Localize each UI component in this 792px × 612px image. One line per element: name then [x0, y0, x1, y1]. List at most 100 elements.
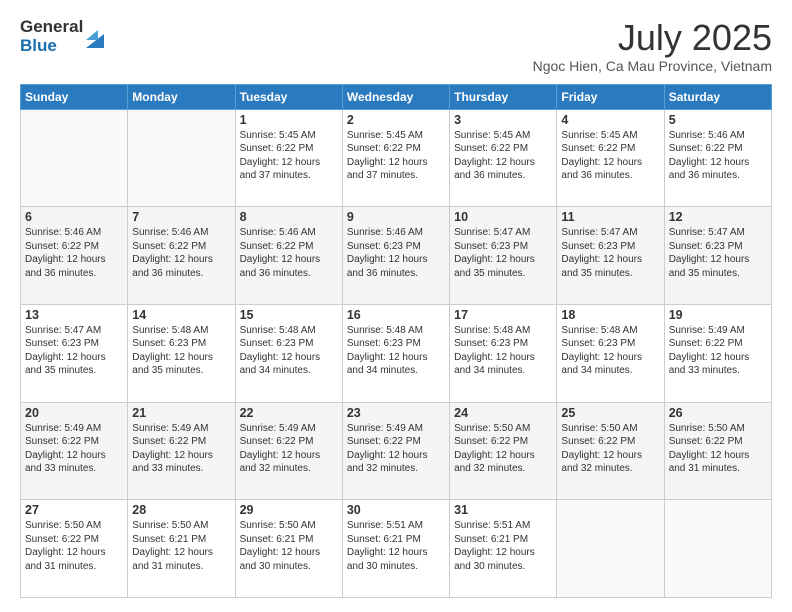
location: Ngoc Hien, Ca Mau Province, Vietnam	[533, 58, 772, 74]
day-number: 25	[561, 406, 659, 420]
calendar-day-cell: 30 Sunrise: 5:51 AMSunset: 6:21 PMDayligh…	[342, 500, 449, 598]
day-info: Sunrise: 5:48 AMSunset: 6:23 PMDaylight:…	[347, 324, 445, 378]
day-number: 9	[347, 210, 445, 224]
day-info: Sunrise: 5:49 AMSunset: 6:22 PMDaylight:…	[240, 422, 338, 476]
calendar-day-cell: 11 Sunrise: 5:47 AMSunset: 6:23 PMDayligh…	[557, 207, 664, 305]
calendar-day-cell: 24 Sunrise: 5:50 AMSunset: 6:22 PMDayligh…	[450, 402, 557, 500]
day-number: 24	[454, 406, 552, 420]
calendar-day-cell: 12Sunrise: 5:47 AMSunset: 6:23 PMDayligh…	[664, 207, 771, 305]
calendar-body: 1 Sunrise: 5:45 AMSunset: 6:22 PMDaylight…	[21, 109, 772, 597]
logo-icon	[86, 26, 104, 48]
day-info: Sunrise: 5:50 AMSunset: 6:22 PMDaylight:…	[454, 422, 552, 476]
calendar-day-cell: 2Sunrise: 5:45 AMSunset: 6:22 PMDaylight…	[342, 109, 449, 207]
day-info: Sunrise: 5:49 AMSunset: 6:22 PMDaylight:…	[25, 422, 123, 476]
day-info: Sunrise: 5:45 AMSunset: 6:22 PMDaylight:…	[561, 129, 659, 183]
day-info: Sunrise: 5:46 AMSunset: 6:22 PMDaylight:…	[25, 226, 123, 280]
calendar-day-cell: 26 Sunrise: 5:50 AMSunset: 6:22 PMDayligh…	[664, 402, 771, 500]
day-number: 6	[25, 210, 123, 224]
calendar-day-cell: 21Sunrise: 5:49 AMSunset: 6:22 PMDayligh…	[128, 402, 235, 500]
calendar-day-cell	[21, 109, 128, 207]
calendar-header-cell: Wednesday	[342, 84, 449, 109]
day-info: Sunrise: 5:46 AMSunset: 6:22 PMDaylight:…	[132, 226, 230, 280]
day-info: Sunrise: 5:46 AMSunset: 6:22 PMDaylight:…	[240, 226, 338, 280]
calendar-week-row: 13Sunrise: 5:47 AMSunset: 6:23 PMDayligh…	[21, 304, 772, 402]
day-info: Sunrise: 5:48 AMSunset: 6:23 PMDaylight:…	[561, 324, 659, 378]
calendar-header-cell: Thursday	[450, 84, 557, 109]
calendar-day-cell: 23Sunrise: 5:49 AMSunset: 6:22 PMDayligh…	[342, 402, 449, 500]
day-number: 4	[561, 113, 659, 127]
day-number: 17	[454, 308, 552, 322]
calendar-day-cell: 8 Sunrise: 5:46 AMSunset: 6:22 PMDaylight…	[235, 207, 342, 305]
day-info: Sunrise: 5:51 AMSunset: 6:21 PMDaylight:…	[347, 519, 445, 573]
calendar-header-cell: Tuesday	[235, 84, 342, 109]
calendar: SundayMondayTuesdayWednesdayThursdayFrid…	[20, 84, 772, 598]
day-number: 8	[240, 210, 338, 224]
logo: General Blue	[20, 18, 104, 55]
header: General Blue July 2025 Ngoc Hien, Ca Mau…	[20, 18, 772, 74]
calendar-day-cell: 15 Sunrise: 5:48 AMSunset: 6:23 PMDayligh…	[235, 304, 342, 402]
title-block: July 2025 Ngoc Hien, Ca Mau Province, Vi…	[533, 18, 772, 74]
calendar-week-row: 6 Sunrise: 5:46 AMSunset: 6:22 PMDaylight…	[21, 207, 772, 305]
calendar-day-cell: 16Sunrise: 5:48 AMSunset: 6:23 PMDayligh…	[342, 304, 449, 402]
day-info: Sunrise: 5:48 AMSunset: 6:23 PMDaylight:…	[240, 324, 338, 378]
calendar-day-cell: 31 Sunrise: 5:51 AMSunset: 6:21 PMDayligh…	[450, 500, 557, 598]
day-number: 14	[132, 308, 230, 322]
calendar-header-cell: Friday	[557, 84, 664, 109]
day-number: 30	[347, 503, 445, 517]
calendar-day-cell: 17Sunrise: 5:48 AMSunset: 6:23 PMDayligh…	[450, 304, 557, 402]
day-info: Sunrise: 5:50 AMSunset: 6:22 PMDaylight:…	[669, 422, 767, 476]
day-number: 3	[454, 113, 552, 127]
calendar-day-cell: 19 Sunrise: 5:49 AMSunset: 6:22 PMDayligh…	[664, 304, 771, 402]
calendar-day-cell: 27 Sunrise: 5:50 AMSunset: 6:22 PMDayligh…	[21, 500, 128, 598]
calendar-day-cell: 7 Sunrise: 5:46 AMSunset: 6:22 PMDaylight…	[128, 207, 235, 305]
calendar-day-cell: 1 Sunrise: 5:45 AMSunset: 6:22 PMDaylight…	[235, 109, 342, 207]
calendar-day-cell	[557, 500, 664, 598]
calendar-day-cell: 13Sunrise: 5:47 AMSunset: 6:23 PMDayligh…	[21, 304, 128, 402]
logo-general: General	[20, 18, 83, 37]
day-number: 18	[561, 308, 659, 322]
calendar-day-cell: 3 Sunrise: 5:45 AMSunset: 6:22 PMDaylight…	[450, 109, 557, 207]
calendar-day-cell: 14Sunrise: 5:48 AMSunset: 6:23 PMDayligh…	[128, 304, 235, 402]
calendar-day-cell: 4 Sunrise: 5:45 AMSunset: 6:22 PMDaylight…	[557, 109, 664, 207]
day-number: 27	[25, 503, 123, 517]
calendar-week-row: 20 Sunrise: 5:49 AMSunset: 6:22 PMDayligh…	[21, 402, 772, 500]
day-info: Sunrise: 5:45 AMSunset: 6:22 PMDaylight:…	[347, 129, 445, 183]
month-title: July 2025	[533, 18, 772, 58]
day-info: Sunrise: 5:49 AMSunset: 6:22 PMDaylight:…	[669, 324, 767, 378]
calendar-day-cell: 29Sunrise: 5:50 AMSunset: 6:21 PMDayligh…	[235, 500, 342, 598]
day-number: 31	[454, 503, 552, 517]
calendar-day-cell	[128, 109, 235, 207]
page: General Blue July 2025 Ngoc Hien, Ca Mau…	[0, 0, 792, 612]
calendar-day-cell: 22Sunrise: 5:49 AMSunset: 6:22 PMDayligh…	[235, 402, 342, 500]
calendar-header-cell: Monday	[128, 84, 235, 109]
day-info: Sunrise: 5:51 AMSunset: 6:21 PMDaylight:…	[454, 519, 552, 573]
day-number: 12	[669, 210, 767, 224]
day-number: 1	[240, 113, 338, 127]
day-number: 15	[240, 308, 338, 322]
calendar-header-cell: Saturday	[664, 84, 771, 109]
day-info: Sunrise: 5:50 AMSunset: 6:22 PMDaylight:…	[25, 519, 123, 573]
day-number: 29	[240, 503, 338, 517]
calendar-day-cell: 10Sunrise: 5:47 AMSunset: 6:23 PMDayligh…	[450, 207, 557, 305]
day-number: 20	[25, 406, 123, 420]
logo-blue: Blue	[20, 37, 83, 56]
day-info: Sunrise: 5:47 AMSunset: 6:23 PMDaylight:…	[561, 226, 659, 280]
day-number: 11	[561, 210, 659, 224]
day-info: Sunrise: 5:46 AMSunset: 6:23 PMDaylight:…	[347, 226, 445, 280]
day-number: 23	[347, 406, 445, 420]
day-number: 28	[132, 503, 230, 517]
day-info: Sunrise: 5:45 AMSunset: 6:22 PMDaylight:…	[454, 129, 552, 183]
day-info: Sunrise: 5:50 AMSunset: 6:22 PMDaylight:…	[561, 422, 659, 476]
day-info: Sunrise: 5:45 AMSunset: 6:22 PMDaylight:…	[240, 129, 338, 183]
calendar-week-row: 27 Sunrise: 5:50 AMSunset: 6:22 PMDayligh…	[21, 500, 772, 598]
day-number: 26	[669, 406, 767, 420]
calendar-day-cell: 9 Sunrise: 5:46 AMSunset: 6:23 PMDaylight…	[342, 207, 449, 305]
calendar-week-row: 1 Sunrise: 5:45 AMSunset: 6:22 PMDaylight…	[21, 109, 772, 207]
calendar-day-cell: 18 Sunrise: 5:48 AMSunset: 6:23 PMDayligh…	[557, 304, 664, 402]
day-info: Sunrise: 5:49 AMSunset: 6:22 PMDaylight:…	[132, 422, 230, 476]
calendar-day-cell: 28Sunrise: 5:50 AMSunset: 6:21 PMDayligh…	[128, 500, 235, 598]
calendar-day-cell: 20 Sunrise: 5:49 AMSunset: 6:22 PMDayligh…	[21, 402, 128, 500]
day-number: 7	[132, 210, 230, 224]
day-number: 19	[669, 308, 767, 322]
calendar-day-cell	[664, 500, 771, 598]
